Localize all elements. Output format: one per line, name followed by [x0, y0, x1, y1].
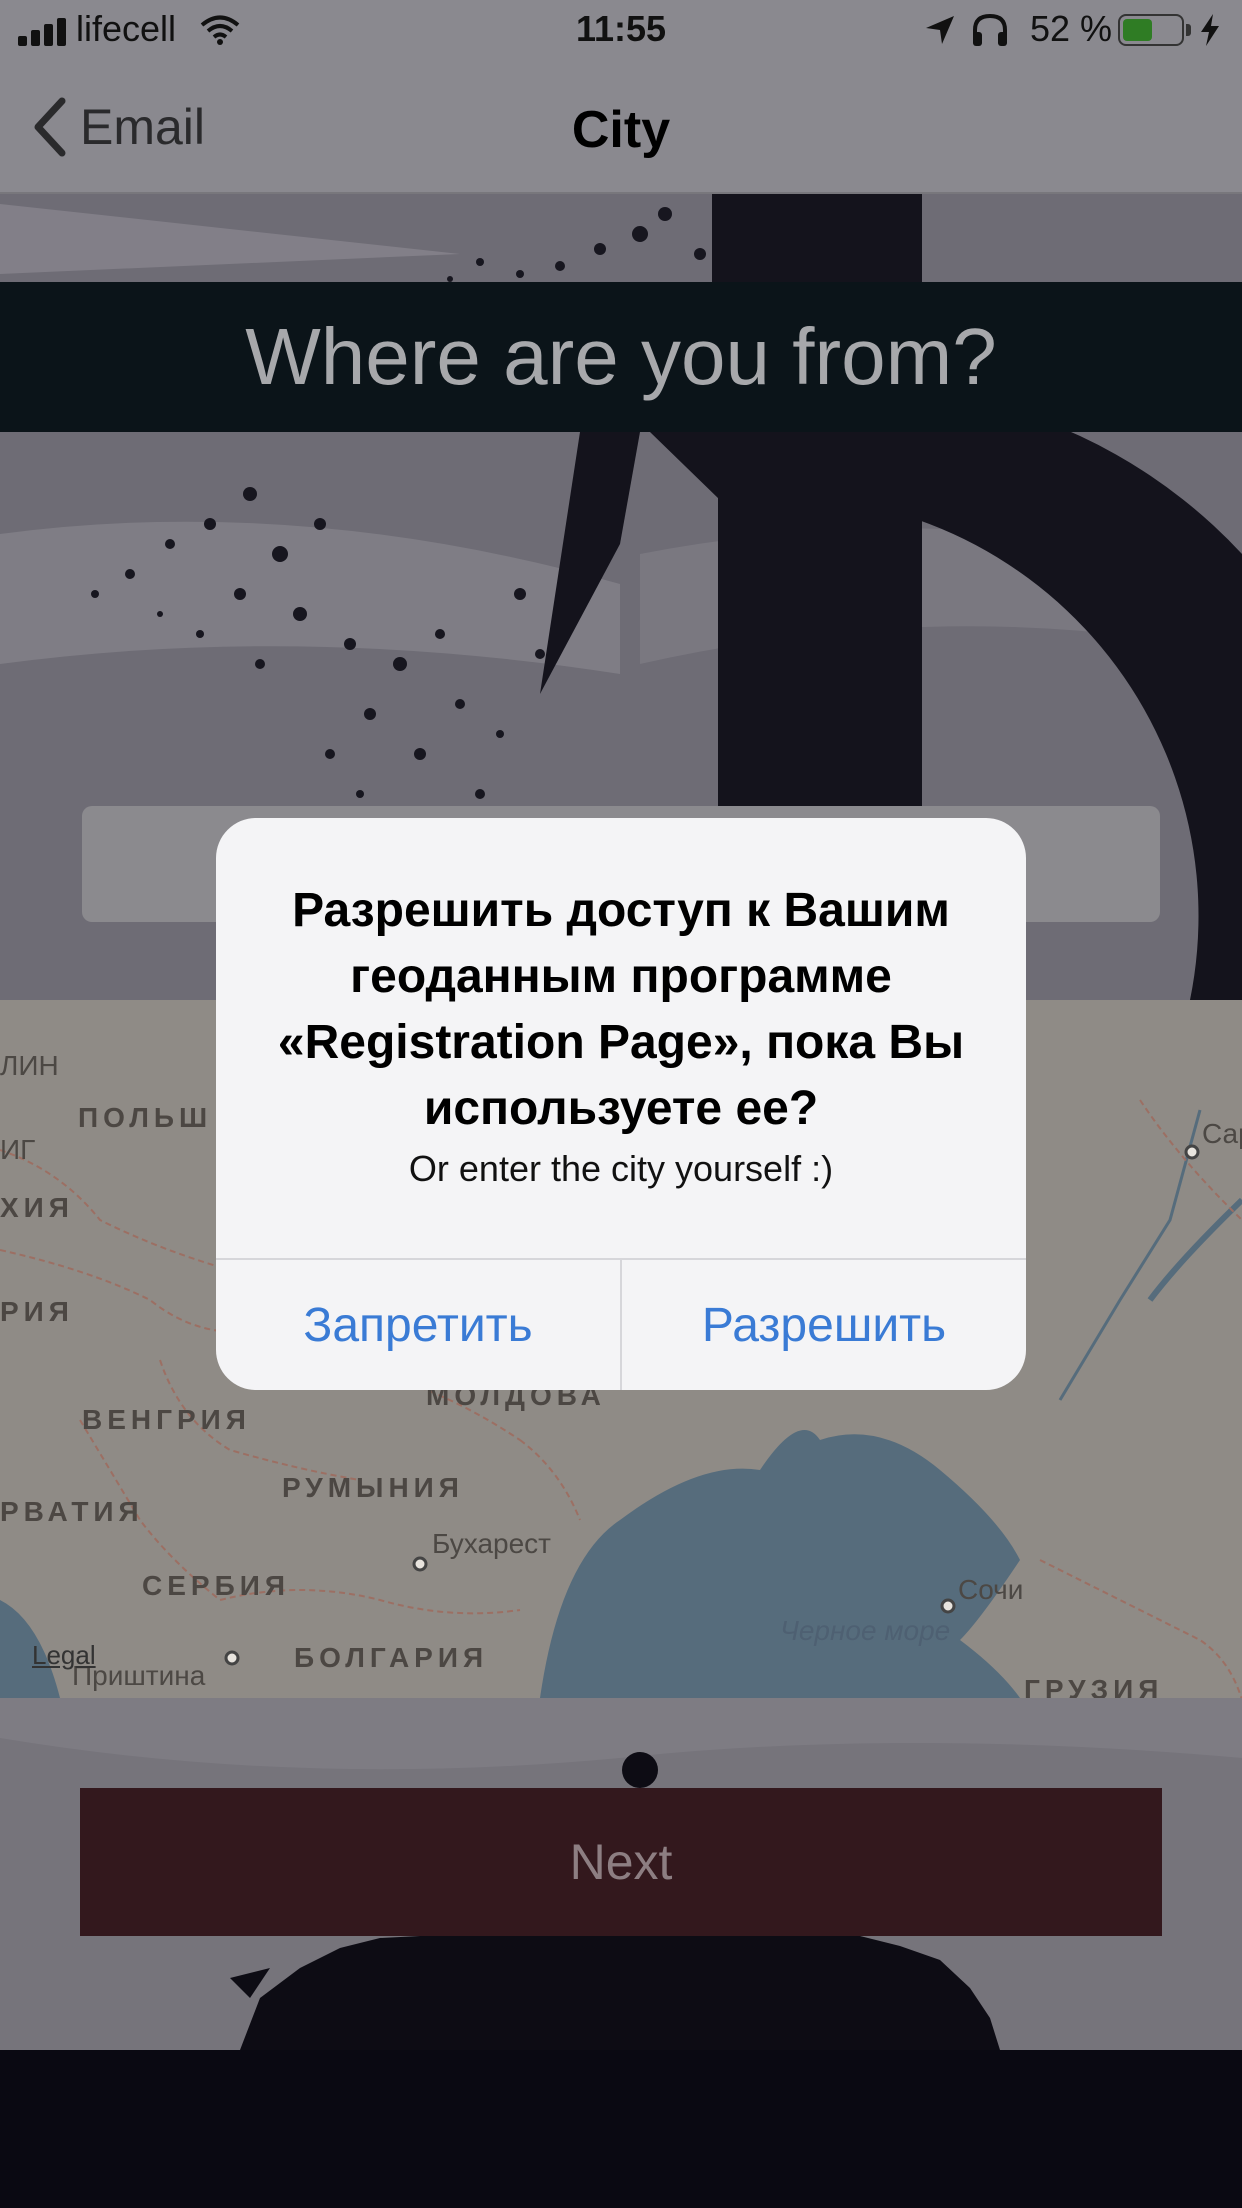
location-permission-alert: Разрешить доступ к Вашим геоданным прогр… — [216, 818, 1026, 1390]
deny-button[interactable]: Запретить — [216, 1260, 620, 1390]
headphones-icon — [973, 13, 1007, 46]
navigation-bar: Email City — [0, 62, 1242, 194]
legal-link[interactable]: Legal — [32, 1640, 96, 1671]
allow-button[interactable]: Разрешить — [622, 1260, 1026, 1390]
battery-icon — [1118, 14, 1184, 46]
battery-level-fill — [1123, 19, 1152, 41]
page-title: City — [571, 101, 671, 159]
next-button[interactable]: Next — [80, 1788, 1162, 1936]
map-sea-label: Черное море — [780, 1615, 951, 1646]
question-banner: Where are you from? — [0, 282, 1242, 432]
location-arrow-icon — [926, 16, 954, 44]
question-heading: Where are you from? — [245, 312, 997, 401]
battery-percent: 52 % — [1030, 8, 1113, 49]
battery-cap — [1186, 24, 1191, 36]
bottom-area: Next — [0, 1698, 1242, 2050]
charging-icon — [1201, 14, 1219, 46]
alert-title: Разрешить доступ к Вашим геоданным прогр… — [277, 884, 965, 1135]
status-bar: lifecell 11:55 52 % — [0, 0, 1242, 62]
alert-message: Or enter the city yourself :) — [408, 1148, 834, 1189]
footer-bar — [0, 2050, 1242, 2208]
